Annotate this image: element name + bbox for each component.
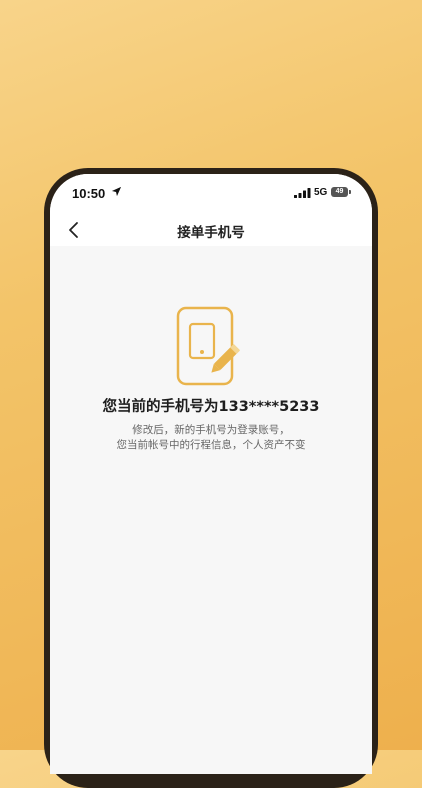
status-bar: 10:50 5G 49 [50,174,372,214]
signal-icon [294,188,311,198]
network-type: 5G [314,187,328,198]
current-phone-number: 您当前的手机号为133****5233 [102,399,320,415]
page-title: 接单手机号 [177,225,245,241]
nav-bar: 接单手机号 [50,214,372,246]
tip-line-2: 您当前帐号中的行程信息，个人资产不变 [116,439,306,451]
battery-icon: 49 [331,187,348,197]
battery-tip [349,190,351,194]
status-time: 10:50 [72,186,106,201]
tip-line-1: 修改后，新的手机号为登录账号， [132,424,290,436]
app-screen: 10:50 5G 49 接单手机号 您当前的手机号为133****5233 修改… [50,174,372,774]
phone-edit-icon [176,306,241,386]
location-arrow-icon [111,186,122,197]
